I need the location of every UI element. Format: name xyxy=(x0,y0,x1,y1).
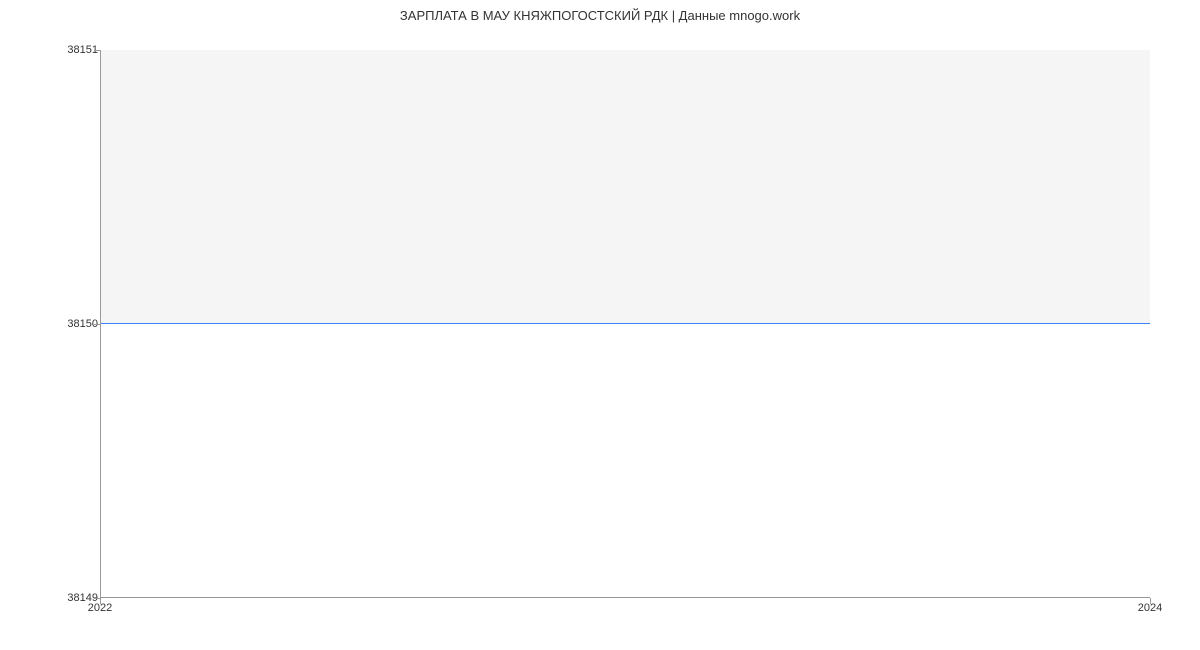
plot-upper-region xyxy=(101,50,1150,324)
y-tick-mark xyxy=(94,324,100,325)
x-tick-mark xyxy=(1150,598,1151,604)
x-tick-mark xyxy=(100,598,101,604)
plot-area xyxy=(100,50,1150,598)
plot-lower-region xyxy=(101,324,1150,598)
y-tick-label: 38151 xyxy=(38,44,98,56)
chart-title: ЗАРПЛАТА В МАУ КНЯЖПОГОСТСКИЙ РДК | Данн… xyxy=(0,8,1200,23)
y-tick-label: 38150 xyxy=(38,318,98,330)
y-tick-mark xyxy=(94,50,100,51)
data-line xyxy=(101,323,1150,324)
